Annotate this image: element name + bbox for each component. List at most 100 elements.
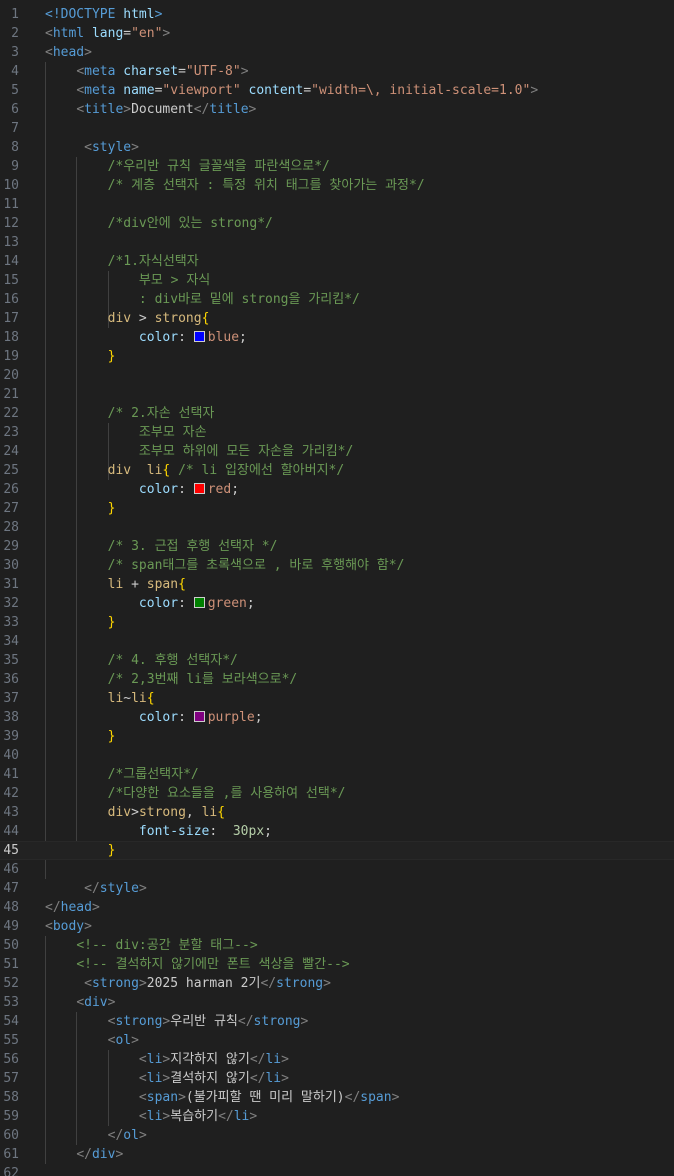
code-token: content bbox=[248, 83, 304, 98]
code-line[interactable]: 30 /* span태그를 초록색으로 , 바로 후행해야 함*/ bbox=[0, 556, 674, 575]
code-token: 우리반 규칙 bbox=[170, 1014, 238, 1029]
code-line[interactable]: 54 <strong>우리반 규칙</strong> bbox=[0, 1012, 674, 1031]
code-text: </div> bbox=[45, 1145, 123, 1164]
code-line[interactable]: 51 <!-- 결석하지 않기에만 폰트 색상을 빨간--> bbox=[0, 955, 674, 974]
color-swatch-icon[interactable] bbox=[193, 483, 205, 494]
code-line[interactable]: 26 color: red; bbox=[0, 480, 674, 499]
code-line[interactable]: 35 /* 4. 후행 선택자*/ bbox=[0, 651, 674, 670]
code-line[interactable]: 43 div>strong, li{ bbox=[0, 803, 674, 822]
code-token: /* 2.자손 선택자 bbox=[107, 406, 215, 421]
code-line[interactable]: 10 /* 계층 선택자 : 특정 위치 태그를 찾아가는 과정*/ bbox=[0, 176, 674, 195]
code-line[interactable]: 18 color: blue; bbox=[0, 328, 674, 347]
code-line[interactable]: 47 </style> bbox=[0, 879, 674, 898]
code-token: } bbox=[107, 729, 116, 744]
code-line[interactable]: 23 조부모 자손 bbox=[0, 423, 674, 442]
code-line[interactable]: 62 bbox=[0, 1164, 674, 1176]
code-text: <meta name="viewport" content="width=\, … bbox=[45, 81, 538, 100]
code-line[interactable]: 39 } bbox=[0, 727, 674, 746]
code-line[interactable]: 57 <li>결석하지 않기</li> bbox=[0, 1069, 674, 1088]
color-swatch-icon[interactable] bbox=[193, 331, 205, 342]
code-line[interactable]: 21 bbox=[0, 385, 674, 404]
code-token: > bbox=[178, 1090, 186, 1105]
code-editor[interactable]: 1 <!DOCTYPE html> 2 <html lang="en"> 3 <head>… bbox=[0, 0, 674, 1176]
code-line[interactable]: 32 color: green; bbox=[0, 594, 674, 613]
code-line[interactable]: 53 <div> bbox=[0, 993, 674, 1012]
code-line[interactable]: 61 </div> bbox=[0, 1145, 674, 1164]
code-line[interactable]: 44 font-size: 30px; bbox=[0, 822, 674, 841]
code-text: <!DOCTYPE html> bbox=[45, 5, 162, 24]
line-number: 50 bbox=[3, 938, 19, 953]
code-line[interactable]: 38 color: purple; bbox=[0, 708, 674, 727]
code-line[interactable]: 5 <meta name="viewport" content="width=\… bbox=[0, 81, 674, 100]
code-text: <strong>우리반 규칙</strong> bbox=[45, 1012, 309, 1031]
code-text: /* 3. 근접 후행 선택자 */ bbox=[45, 537, 278, 556]
code-line[interactable]: 41 /*그룹선택자*/ bbox=[0, 765, 674, 784]
code-line[interactable]: 29 /* 3. 근접 후행 선택자 */ bbox=[0, 537, 674, 556]
code-token: "viewport" bbox=[162, 83, 241, 98]
code-line[interactable]: 25 div li{ /* li 입장에선 할아버지*/ bbox=[0, 461, 674, 480]
code-line[interactable]: 24 조부모 하위에 모든 자손을 가리킴*/ bbox=[0, 442, 674, 461]
code-token: span bbox=[146, 1090, 179, 1105]
code-line[interactable]: 2 <html lang="en"> bbox=[0, 24, 674, 43]
code-line[interactable]: 40 bbox=[0, 746, 674, 765]
code-line[interactable]: 22 /* 2.자손 선택자 bbox=[0, 404, 674, 423]
code-line[interactable]: 52 <strong>2025 harman 2기</strong> bbox=[0, 974, 674, 993]
code-line[interactable]: 8 <style> bbox=[0, 138, 674, 157]
code-token: > bbox=[84, 919, 92, 934]
code-line[interactable]: 34 bbox=[0, 632, 674, 651]
code-line[interactable]: 17 div > strong{ bbox=[0, 309, 674, 328]
line-number: 47 bbox=[3, 881, 19, 896]
line-number: 56 bbox=[3, 1052, 19, 1067]
line-number: 42 bbox=[3, 786, 19, 801]
code-token: strong bbox=[115, 1014, 163, 1029]
code-line[interactable]: 12 /*div안에 있는 strong*/ bbox=[0, 214, 674, 233]
code-line[interactable]: 56 <li>지각하지 않기</li> bbox=[0, 1050, 674, 1069]
code-line[interactable]: 31 li + span{ bbox=[0, 575, 674, 594]
line-number: 2 bbox=[11, 26, 19, 41]
code-line[interactable]: 6 <title>Document</title> bbox=[0, 100, 674, 119]
code-token: 결석하지 않기 bbox=[170, 1071, 250, 1086]
code-line[interactable]: 19 } bbox=[0, 347, 674, 366]
code-line[interactable]: 14 /*1.자식선택자 bbox=[0, 252, 674, 271]
color-swatch-icon[interactable] bbox=[193, 597, 205, 608]
code-line[interactable]: 1 <!DOCTYPE html> bbox=[0, 5, 674, 24]
code-line[interactable]: 50 <!-- div:공간 분할 태그--> bbox=[0, 936, 674, 955]
line-number: 23 bbox=[3, 425, 19, 440]
code-line[interactable]: 45 } bbox=[0, 841, 674, 860]
code-line[interactable]: 20 bbox=[0, 366, 674, 385]
code-line[interactable]: 48 </head> bbox=[0, 898, 674, 917]
code-token: < bbox=[138, 1052, 147, 1067]
code-line[interactable]: 59 <li>복습하기</li> bbox=[0, 1107, 674, 1126]
code-line[interactable]: 49 <body> bbox=[0, 917, 674, 936]
code-line[interactable]: 36 /* 2,3번째 li를 보라색으로*/ bbox=[0, 670, 674, 689]
code-token: < bbox=[138, 1090, 147, 1105]
color-swatch-icon[interactable] bbox=[193, 711, 205, 722]
code-line[interactable]: 27 } bbox=[0, 499, 674, 518]
code-line[interactable]: 58 <span>(불가피할 땐 미리 말하기)</span> bbox=[0, 1088, 674, 1107]
code-line[interactable]: 55 <ol> bbox=[0, 1031, 674, 1050]
code-line[interactable]: 9 /*우리반 규칙 글꼴색을 파란색으로*/ bbox=[0, 157, 674, 176]
code-line[interactable]: 3 <head> bbox=[0, 43, 674, 62]
code-line[interactable]: 4 <meta charset="UTF-8"> bbox=[0, 62, 674, 81]
line-number: 14 bbox=[3, 254, 19, 269]
code-text: <li>복습하기</li> bbox=[45, 1107, 257, 1126]
code-line[interactable]: 28 bbox=[0, 518, 674, 537]
code-line[interactable]: 11 bbox=[0, 195, 674, 214]
code-token: < bbox=[45, 26, 53, 41]
code-line[interactable]: 37 li~li{ bbox=[0, 689, 674, 708]
code-line[interactable]: 42 /*다양한 요소들을 ,를 사용하여 선택*/ bbox=[0, 784, 674, 803]
code-line[interactable]: 16 : div바로 밑에 strong을 가리킴*/ bbox=[0, 290, 674, 309]
code-line[interactable]: 7 bbox=[0, 119, 674, 138]
code-token: (불가피할 땐 미리 말하기) bbox=[185, 1090, 345, 1105]
line-number: 13 bbox=[3, 235, 19, 250]
code-line[interactable]: 13 bbox=[0, 233, 674, 252]
code-token: title bbox=[209, 102, 249, 117]
code-line[interactable]: 46 bbox=[0, 860, 674, 879]
code-line[interactable]: 15 부모 > 자식 bbox=[0, 271, 674, 290]
code-line[interactable]: 60 </ol> bbox=[0, 1126, 674, 1145]
code-line[interactable]: 33 } bbox=[0, 613, 674, 632]
